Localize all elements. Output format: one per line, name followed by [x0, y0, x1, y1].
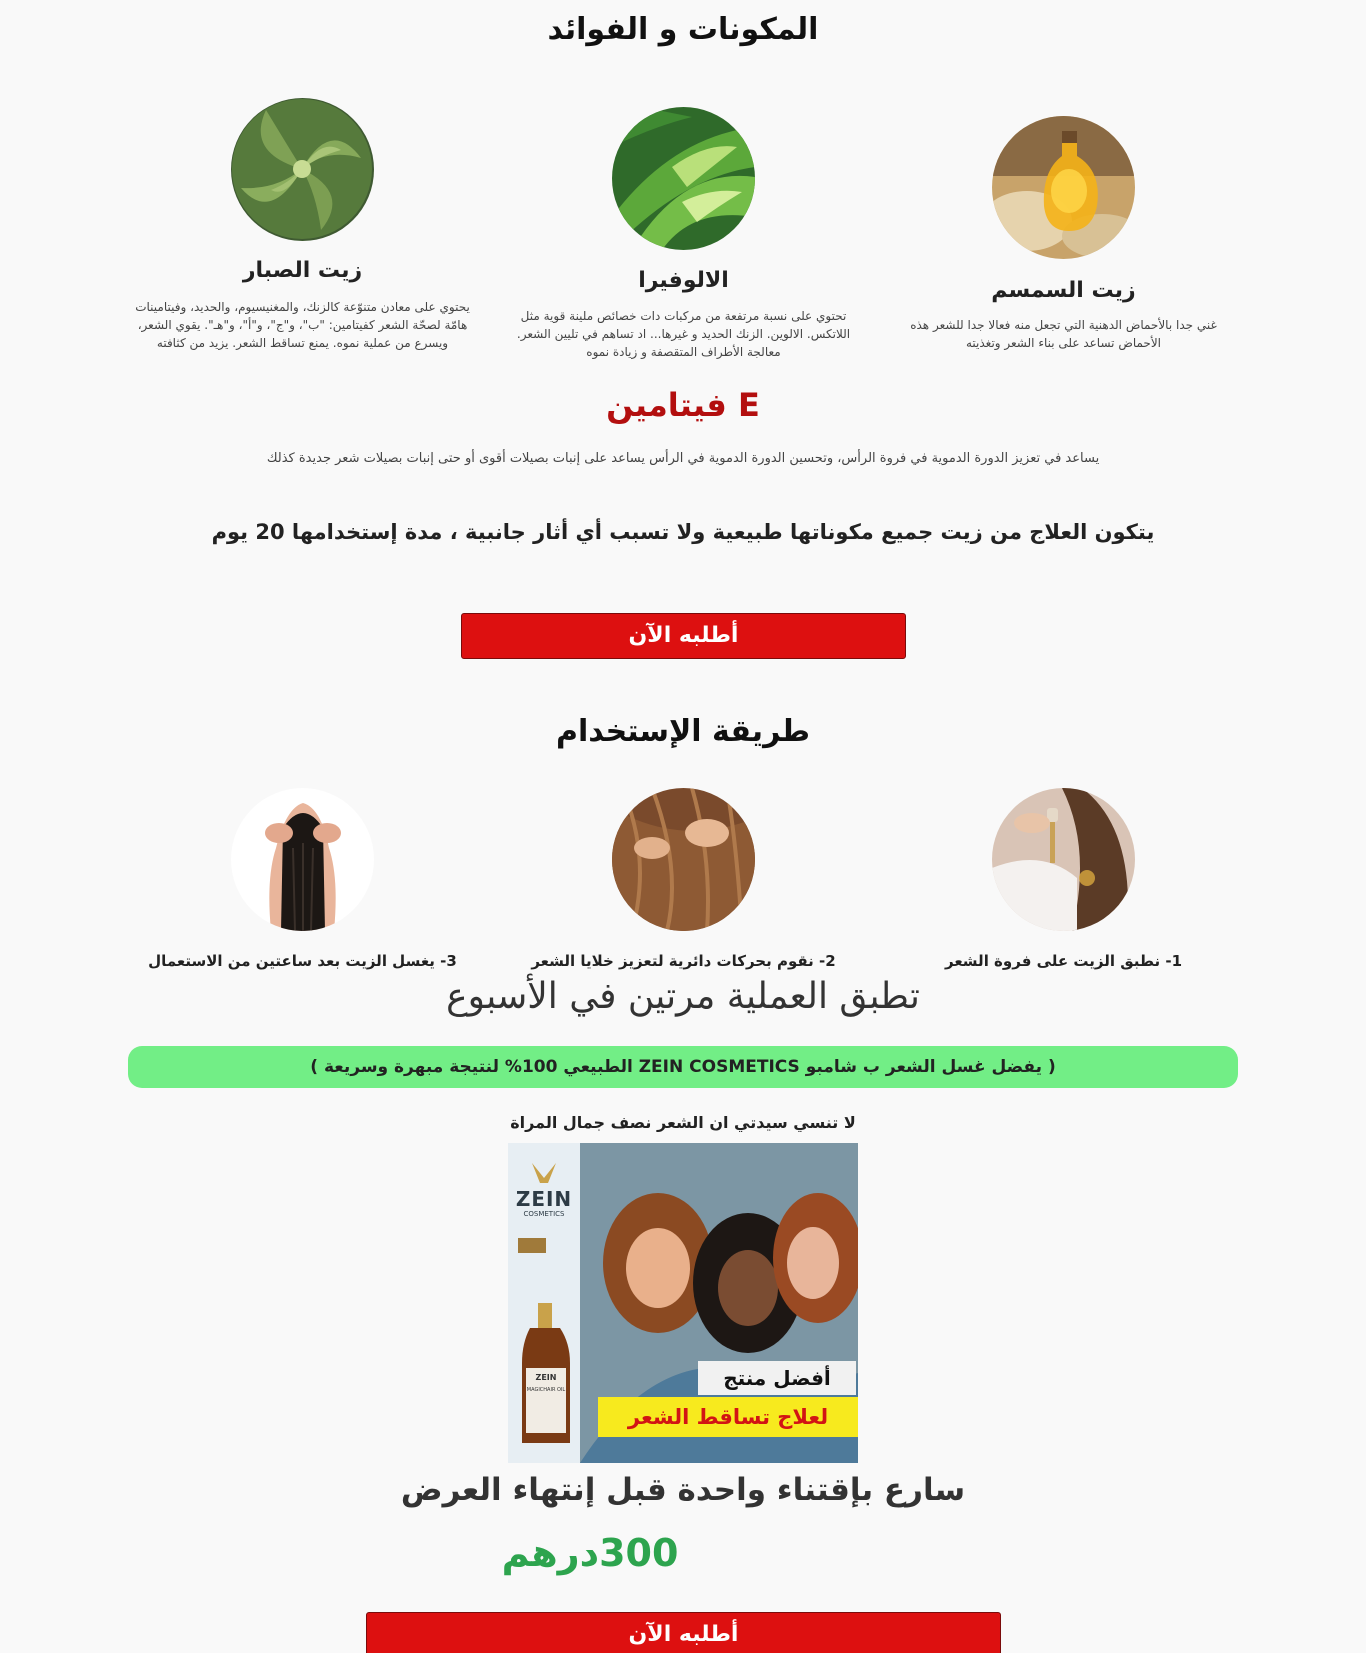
ingredients-title: المكونات و الفوائد — [547, 12, 819, 47]
ingredient-desc-sesame: غني جدا بالأحماض الدهنية التي تجعل منه ف… — [910, 318, 1217, 350]
hair-wash-image — [231, 788, 374, 931]
aloe-vera-image — [612, 107, 755, 250]
ingredient-desc-cactus: يحتوي على معادن متنوّعة كالزنك، والمغنيس… — [135, 300, 470, 350]
landing-page: المكونات و الفوائد زيت الصبار يحتوي على … — [0, 0, 1366, 1653]
sesame-oil-image — [992, 116, 1135, 259]
scalp-massage-image — [612, 788, 755, 931]
vitamin-e-title: E فيتامين — [606, 386, 760, 424]
usage-step-3: 3- يغسل الزيت بعد ساعتين من الاستعمال — [148, 952, 457, 970]
usage-step-2: 2- نقوم بحركات دائرية لتعزيز خلايا الشعر — [531, 952, 836, 970]
order-now-button[interactable]: أطلبه الآن — [461, 613, 906, 659]
bottle-brand: ZEIN — [535, 1373, 557, 1382]
ingredient-desc-aloe-vera: تحتوي على نسبة مرتفعة من مركبات دات خصائ… — [516, 309, 851, 359]
usage-step-1: 1- نطبق الزيت على فروة الشعر — [945, 952, 1182, 970]
oil-dropper-image — [992, 788, 1135, 931]
vitamin-e-description: يساعد في تعزيز الدورة الدموية في فروة ال… — [266, 451, 1100, 466]
ingredient-name-sesame: زيت السمسم — [991, 278, 1136, 303]
hurry-text: سارع بإقتناء واحدة قبل إنتهاء العرض — [400, 1472, 966, 1508]
promo-reminder: لا تنسي سيدتي ان الشعر نصف جمال المراة — [510, 1113, 856, 1132]
usage-title: طريقة الإستخدام — [555, 714, 810, 749]
ingredient-name-aloe-vera: الالوفيرا — [638, 268, 729, 293]
product-banner-image: ZEIN COSMETICS ZEIN MAGICHAIR OIL أفضل م… — [508, 1143, 858, 1463]
banner-brand-sub: COSMETICS — [523, 1210, 565, 1218]
banner-line2: لعلاج تساقط الشعر — [598, 1397, 858, 1437]
order-now-button-bottom[interactable]: أطلبه الآن — [366, 1612, 1001, 1653]
bottle-label: MAGICHAIR OIL — [526, 1387, 566, 1393]
banner-brand: ZEIN — [515, 1187, 573, 1211]
shampoo-tip-banner: ( يفضل غسل الشعر ب شامبو ZEIN COSMETICS … — [128, 1046, 1238, 1088]
price-label: 300درهم — [501, 1531, 679, 1575]
banner-line1: أفضل منتج طبيعي — [698, 1361, 856, 1424]
usage-frequency: تطبق العملية مرتين في الأسبوع — [446, 976, 920, 1017]
treatment-summary: يتكون العلاج من زيت جميع مكوناتها طبيعية… — [211, 520, 1155, 544]
cactus-image — [231, 98, 374, 241]
ingredient-name-cactus: زيت الصبار — [242, 258, 363, 283]
